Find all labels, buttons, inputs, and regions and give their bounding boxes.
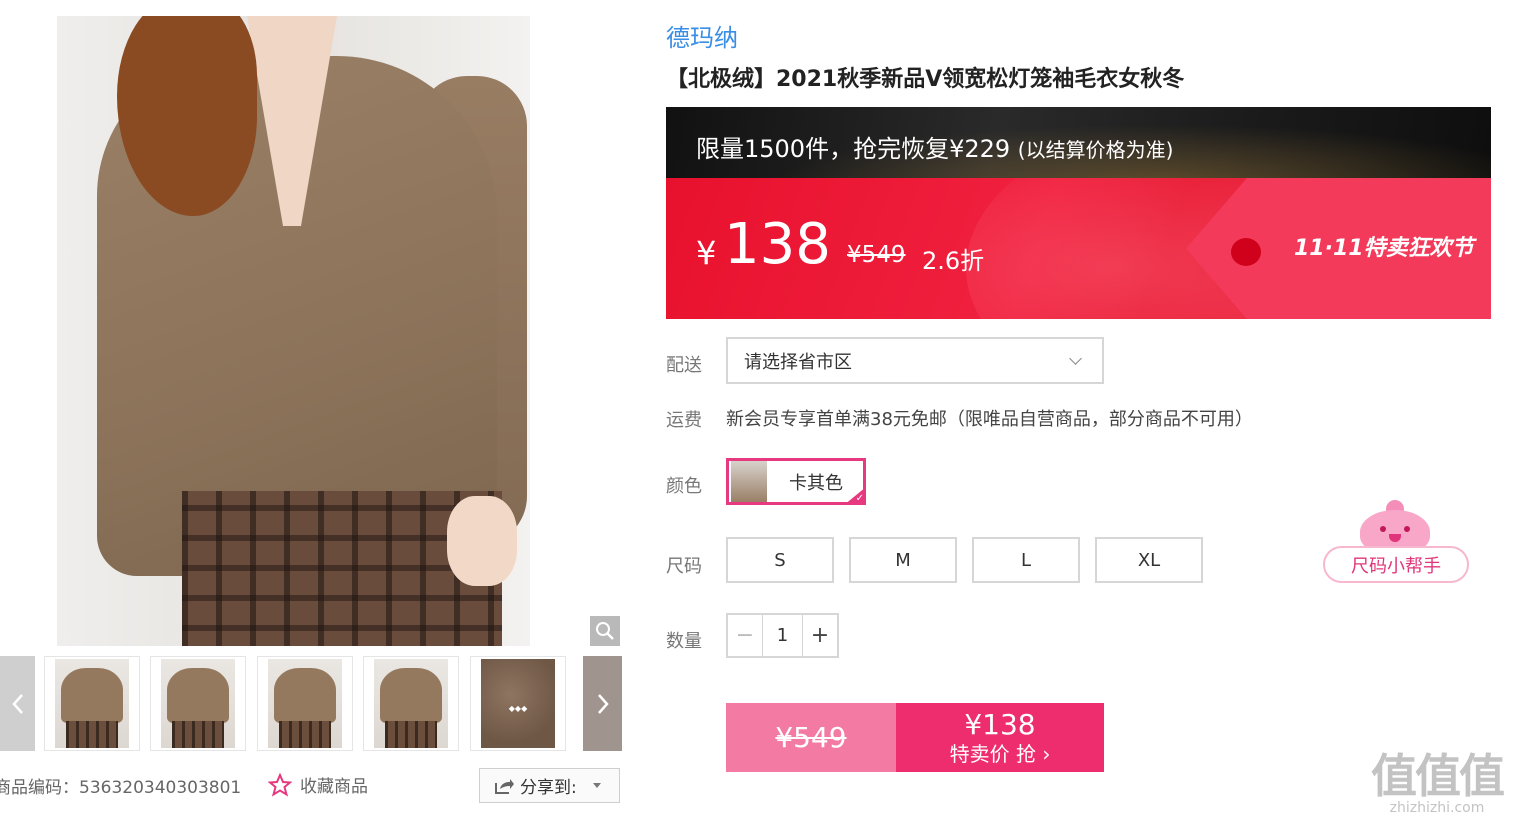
watermark-logo: 值值值 <box>1371 749 1505 803</box>
freight-text: 新会员专享首单满38元免邮（限唯品自营商品，部分商品不可用） <box>726 409 1253 430</box>
thumb-prev-button[interactable] <box>0 656 35 751</box>
size-option-m[interactable]: M <box>849 537 957 583</box>
star-icon <box>268 772 292 797</box>
buy-cta-label: 特卖价 抢 › <box>949 741 1051 766</box>
main-product-image[interactable] <box>57 16 530 646</box>
currency-symbol: ¥ <box>696 234 717 272</box>
thumbnail-fabric[interactable]: ◆◆◆ <box>470 656 566 751</box>
promo-text: 限量1500件，抢完恢复¥229 (以结算价格为准) <box>696 129 1173 164</box>
size-label: 尺码 <box>666 556 702 577</box>
thumbnail[interactable] <box>150 656 246 751</box>
current-price: 138 <box>724 212 831 277</box>
size-helper-mascot-icon <box>1356 500 1434 554</box>
magnifier-icon <box>596 622 614 640</box>
promo-main: 限量1500件，抢完恢复¥229 <box>696 135 1011 163</box>
caret-down-icon <box>592 783 601 788</box>
event-label: 11·11特卖狂欢节 <box>1294 236 1474 261</box>
size-option-l[interactable]: L <box>972 537 1080 583</box>
promo-banner: 限量1500件，抢完恢复¥229 (以结算价格为准) <box>666 107 1491 178</box>
discount-label: 2.6折 <box>922 247 985 275</box>
share-dropdown[interactable]: 分享到: <box>479 768 620 803</box>
quantity-stepper: − 1 + <box>726 613 839 658</box>
color-option-selected[interactable]: 卡其色 ✓ <box>726 458 866 505</box>
favorite-button[interactable]: 收藏商品 <box>268 772 368 797</box>
favorite-label: 收藏商品 <box>300 777 368 797</box>
buy-original-price: ¥549 <box>726 703 896 772</box>
price-banner: ¥ 138 ¥549 2.6折 11·11特卖狂欢节 <box>666 178 1491 319</box>
buy-sale-area[interactable]: ¥138 特卖价 抢 › <box>896 703 1104 772</box>
quantity-value[interactable]: 1 <box>762 615 803 656</box>
size-option-s[interactable]: S <box>726 537 834 583</box>
goods-code: 商品编码：536320340303801 <box>0 778 242 798</box>
product-title: 【北极绒】2021秋季新品V领宽松灯笼袖毛衣女秋冬 <box>666 67 1185 92</box>
promo-note: (以结算价格为准) <box>1017 138 1174 162</box>
check-icon: ✓ <box>844 487 866 505</box>
color-label: 颜色 <box>666 476 702 497</box>
buy-button[interactable]: ¥549 ¥138 特卖价 抢 › <box>726 703 1104 772</box>
thumbnail-strip: ◆◆◆ <box>0 656 622 751</box>
chevron-down-icon <box>1069 352 1082 365</box>
quantity-increase-button[interactable]: + <box>803 615 837 656</box>
share-label: 分享到: <box>520 778 577 798</box>
thumb-next-button[interactable] <box>583 656 622 751</box>
share-icon <box>495 778 514 794</box>
freight-label: 运费 <box>666 410 702 431</box>
zoom-button[interactable] <box>590 616 620 646</box>
thumbnail[interactable] <box>257 656 353 751</box>
color-swatch <box>731 461 767 502</box>
chevron-right-icon <box>597 693 609 714</box>
quantity-decrease-button[interactable]: − <box>728 615 762 656</box>
color-option-label: 卡其色 <box>789 472 843 494</box>
size-helper-button[interactable]: 尺码小帮手 <box>1323 546 1469 583</box>
thumbnail[interactable] <box>363 656 459 751</box>
delivery-label: 配送 <box>666 355 702 376</box>
brand-link[interactable]: 德玛纳 <box>666 18 738 53</box>
original-price: ¥549 <box>847 242 906 268</box>
region-select[interactable]: 请选择省市区 <box>726 337 1104 384</box>
thumbnail-caption: ◆◆◆ <box>508 703 528 713</box>
quantity-label: 数量 <box>666 631 702 652</box>
thumbnail[interactable] <box>44 656 140 751</box>
chevron-left-icon <box>11 693 23 714</box>
region-select-placeholder: 请选择省市区 <box>744 351 852 373</box>
product-page: ◆◆◆ 商品编码：536320340303801 收藏商品 分享到: 德玛纳 【… <box>0 0 1516 822</box>
buy-sale-price: ¥138 <box>964 707 1036 741</box>
size-option-xl[interactable]: XL <box>1095 537 1203 583</box>
site-watermark: 值值值 zhizhizhi.com <box>1367 740 1507 820</box>
